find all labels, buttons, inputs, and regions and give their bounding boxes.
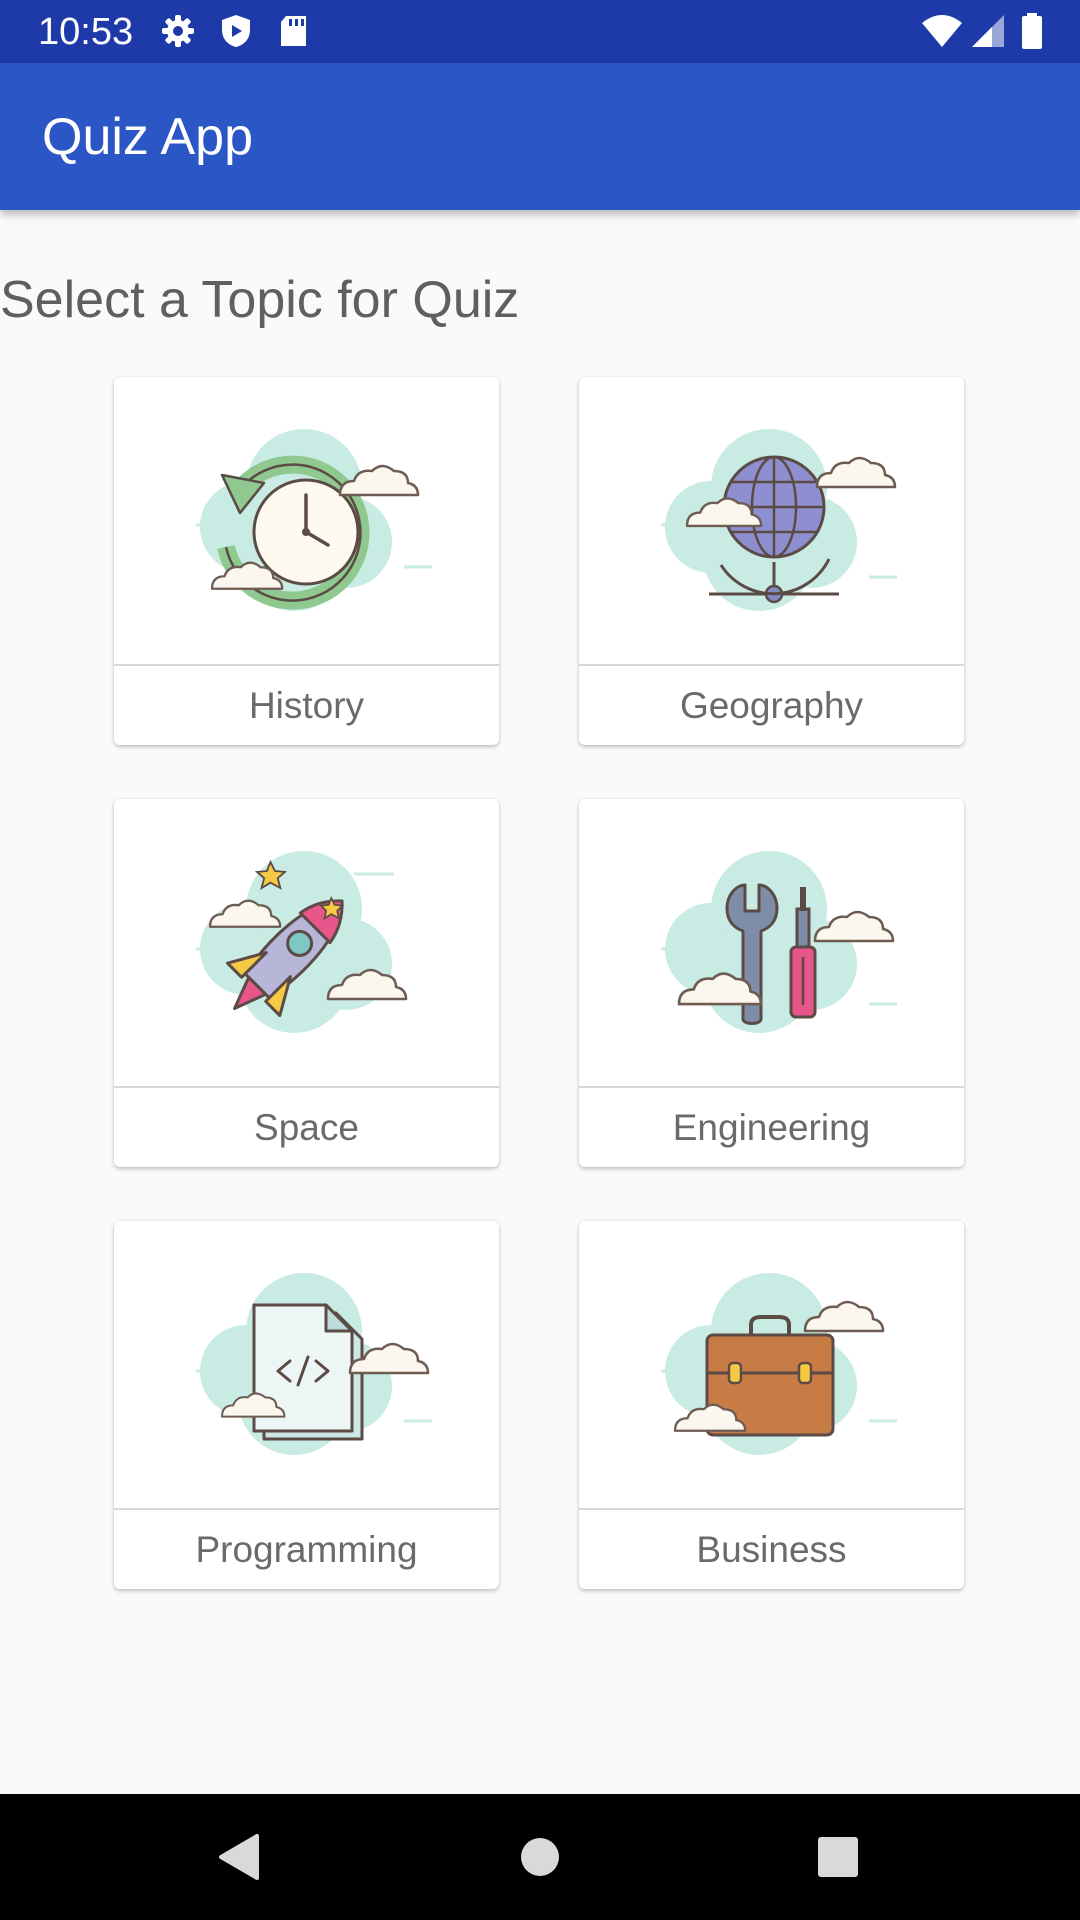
gear-icon — [160, 13, 196, 49]
wifi-icon — [920, 13, 964, 49]
topic-card-history[interactable]: History — [114, 377, 499, 745]
home-icon[interactable] — [507, 1824, 573, 1890]
topic-label: Space — [254, 1107, 359, 1148]
app-bar: Quiz App — [0, 63, 1080, 210]
app-title: Quiz App — [42, 108, 254, 166]
code-file-icon — [114, 1221, 499, 1509]
shield-icon — [218, 13, 254, 49]
navigation-bar — [0, 1794, 1080, 1920]
status-bar: 10:53 — [0, 0, 1080, 63]
topic-card-geography[interactable]: Geography — [579, 377, 964, 745]
topic-label: Programming — [195, 1529, 418, 1570]
rocket-icon — [114, 799, 499, 1087]
sd-card-icon — [276, 13, 312, 49]
battery-icon — [1018, 13, 1046, 49]
briefcase-icon — [579, 1221, 964, 1509]
topic-card-business[interactable]: Business — [579, 1221, 964, 1589]
signal-icon — [970, 13, 1006, 49]
topic-label: Geography — [679, 685, 864, 726]
globe-icon — [579, 377, 964, 665]
topic-card-programming[interactable]: Programming — [114, 1221, 499, 1589]
topic-card-engineering[interactable]: Engineering — [579, 799, 964, 1167]
tools-icon — [579, 799, 964, 1087]
topic-card-space[interactable]: Space — [114, 799, 499, 1167]
clock-history-icon — [114, 377, 499, 665]
topic-label: History — [248, 685, 365, 726]
status-time: 10:53 — [38, 11, 134, 53]
topic-label: Business — [696, 1529, 847, 1570]
topic-label: Engineering — [672, 1107, 871, 1148]
back-icon[interactable] — [205, 1824, 271, 1890]
page-heading: Select a Topic for Quiz — [0, 271, 520, 329]
recents-icon[interactable] — [805, 1824, 871, 1890]
